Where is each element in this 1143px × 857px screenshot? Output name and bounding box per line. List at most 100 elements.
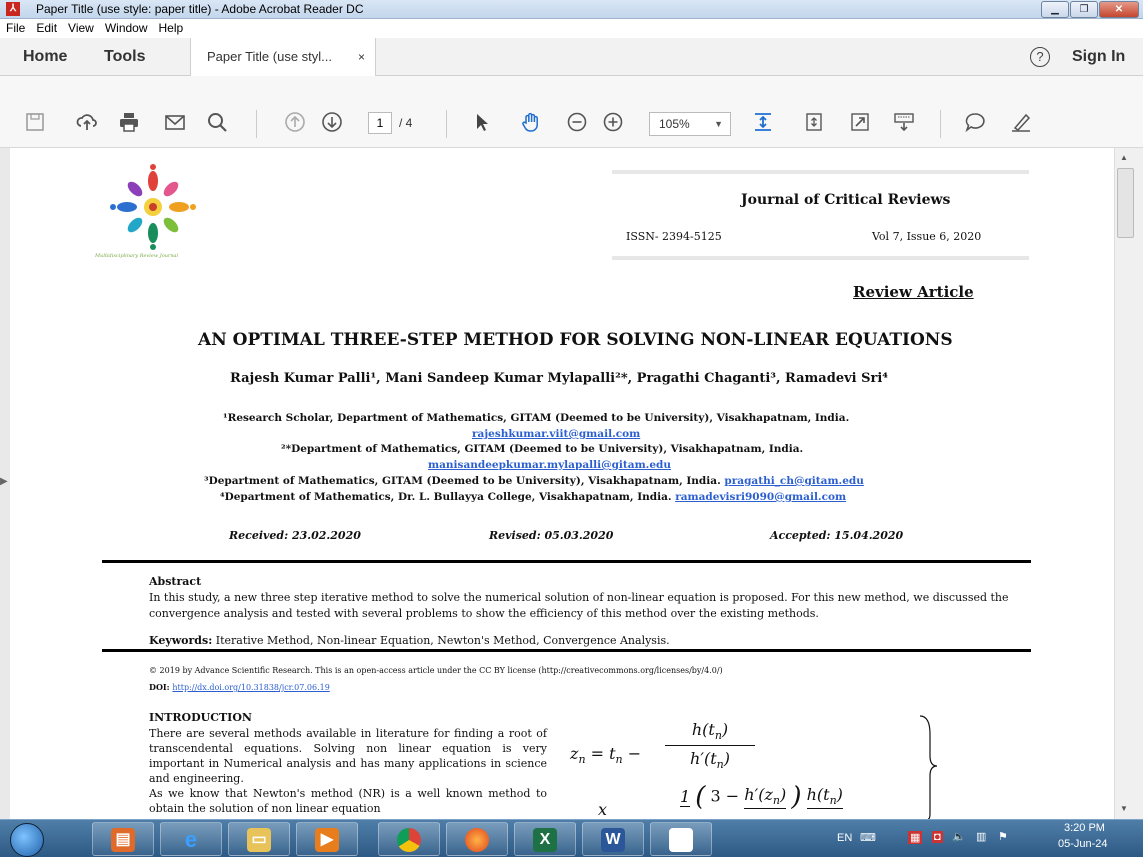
eq1-rhs: = t [590,744,616,763]
save-icon[interactable] [23,111,47,135]
issn: ISSN- 2394-5125 [626,230,722,243]
menu-view[interactable]: View [68,19,94,38]
zoom-in-icon[interactable] [601,111,625,135]
divider-rule [102,560,1031,563]
email-icon[interactable] [163,111,187,135]
read-mode-icon[interactable] [892,111,916,135]
introduction-text: There are several methods available in l… [149,726,547,816]
windows-taskbar: ▤ e ▭ ▶ X W EN ⌨ ▦ ◘ 🔈 ▥ ⚑ 3:20 PM 05-Ju… [0,819,1143,857]
clock-date[interactable]: 05-Jun-24 [1058,838,1108,850]
doi-link[interactable]: http://dx.doi.org/10.31838/jcr.07.06.19 [172,683,329,692]
taskbar-explorer[interactable]: ▭ [228,822,290,856]
taskbar-media[interactable]: ▶ [296,822,358,856]
minimize-button[interactable]: ▁ [1041,1,1069,18]
volume-icon[interactable]: 🔈 [952,830,966,843]
keyboard-icon[interactable]: ⌨ [860,831,876,844]
sign-in-link[interactable]: Sign In [1072,48,1125,66]
help-icon[interactable]: ? [1030,47,1050,67]
abstract-text: In this study, a new three step iterativ… [149,591,1009,620]
search-icon[interactable] [205,111,229,135]
tab-tools[interactable]: Tools [104,48,145,66]
select-arrow-icon[interactable] [470,111,494,135]
tray-app-icon[interactable]: ▦ [908,831,923,844]
accepted-date: Accepted: 15.04.2020 [770,529,904,542]
action-center-icon[interactable]: ⚑ [998,830,1008,843]
acrobat-icon: ⅄ [6,2,20,16]
zoom-out-icon[interactable] [565,111,589,135]
window-title: Paper Title (use style: paper title) - A… [36,2,364,16]
keywords: Keywords: Iterative Method, Non-linear E… [149,634,670,647]
zoom-level-value: 105% [659,117,690,131]
eq1-fraction: h(tn) h′(tn) [665,720,755,771]
email-link-2[interactable]: manisandeepkumar.mylapalli@gitam.edu [428,459,671,471]
affiliation-3-text: ³Department of Mathematics, GITAM (Deeme… [204,475,725,487]
tab-document[interactable]: Paper Title (use styl... × [190,38,376,76]
document-tab-label: Paper Title (use styl... [207,49,332,64]
firefox-icon [465,828,489,852]
menu-help[interactable]: Help [159,19,184,38]
taskbar-app-1[interactable]: ▤ [92,822,154,856]
scroll-mode-icon[interactable] [802,111,826,135]
scroll-up-icon[interactable]: ▲ [1120,153,1128,162]
sign-pen-icon[interactable] [1009,111,1033,135]
taskbar-excel[interactable]: X [514,822,576,856]
clock-time[interactable]: 3:20 PM [1064,822,1105,834]
page-down-icon[interactable] [320,111,344,135]
vertical-scrollbar[interactable]: ▲ ▼ [1114,148,1143,819]
left-panel-toggle-icon[interactable]: ▶ [0,476,10,490]
menu-edit[interactable]: Edit [36,19,57,38]
authors: Rajesh Kumar Palli¹, Mani Sandeep Kumar … [230,371,888,386]
email-3[interactable]: pragathi_ch@gitam.edu [724,475,863,487]
email-2[interactable]: manisandeepkumar.mylapalli@gitam.edu [428,459,671,471]
page-up-icon[interactable] [283,111,307,135]
page-number-input[interactable]: 1 [368,112,392,134]
toolbar: 1 / 4 105% ▼ [0,76,1143,148]
email-1[interactable]: rajeshkumar.viit@gmail.com [472,428,640,440]
tab-home[interactable]: Home [23,48,67,66]
abstract-heading: Abstract [149,575,202,588]
eq1-lhs-sub: n [578,753,586,767]
restore-button[interactable]: ❐ [1070,1,1098,18]
fit-page-icon[interactable] [751,111,775,135]
toolbar-separator [256,110,257,138]
keywords-label: Keywords: [149,634,213,647]
affiliation-4-text: ⁴Department of Mathematics, Dr. L. Bulla… [220,491,676,503]
excel-icon: X [533,828,557,852]
divider-rule [102,649,1031,652]
eq1-numerator: h(t [691,720,715,739]
affiliation-4: ⁴Department of Mathematics, Dr. L. Bulla… [220,491,846,503]
language-indicator[interactable]: EN [837,832,852,844]
folder-icon: ▭ [247,828,271,852]
hand-tool-icon[interactable] [519,111,543,135]
taskbar-word[interactable]: W [582,822,644,856]
tray-app-icon-2[interactable]: ◘ [932,831,943,843]
menu-window[interactable]: Window [105,19,148,38]
close-window-button[interactable]: ✕ [1099,1,1139,18]
start-button[interactable] [10,823,44,857]
logo-caption: Multidisciplinary Review Journal [95,253,179,259]
taskbar-acrobat[interactable] [650,822,712,856]
eq2-inner: 3 − [710,786,740,806]
internet-explorer-icon: e [184,827,198,852]
menu-file[interactable]: File [6,19,25,38]
fullscreen-icon[interactable] [848,111,872,135]
toolbar-separator [940,110,941,138]
taskbar-ie[interactable]: e [160,822,222,856]
doi-label: DOI: [149,682,173,692]
upload-cloud-icon[interactable] [75,111,99,135]
equation-1: zn = tn − [570,744,642,767]
email-4[interactable]: ramadevisri9090@gmail.com [675,491,846,503]
network-icon[interactable]: ▥ [976,830,986,843]
media-player-icon: ▶ [315,828,339,852]
zoom-level-select[interactable]: 105% ▼ [649,112,731,136]
print-icon[interactable] [117,111,141,135]
taskbar-firefox[interactable] [446,822,508,856]
scrollbar-thumb[interactable] [1117,168,1134,238]
toolbar-separator [446,110,447,138]
comment-icon[interactable] [963,111,987,135]
close-tab-icon[interactable]: × [358,38,365,76]
taskbar-chrome[interactable] [378,822,440,856]
scroll-down-icon[interactable]: ▼ [1120,804,1128,813]
email-link-1[interactable]: rajeshkumar.viit@gmail.com [472,428,640,440]
menu-bar: File Edit View Window Help [0,19,1143,38]
